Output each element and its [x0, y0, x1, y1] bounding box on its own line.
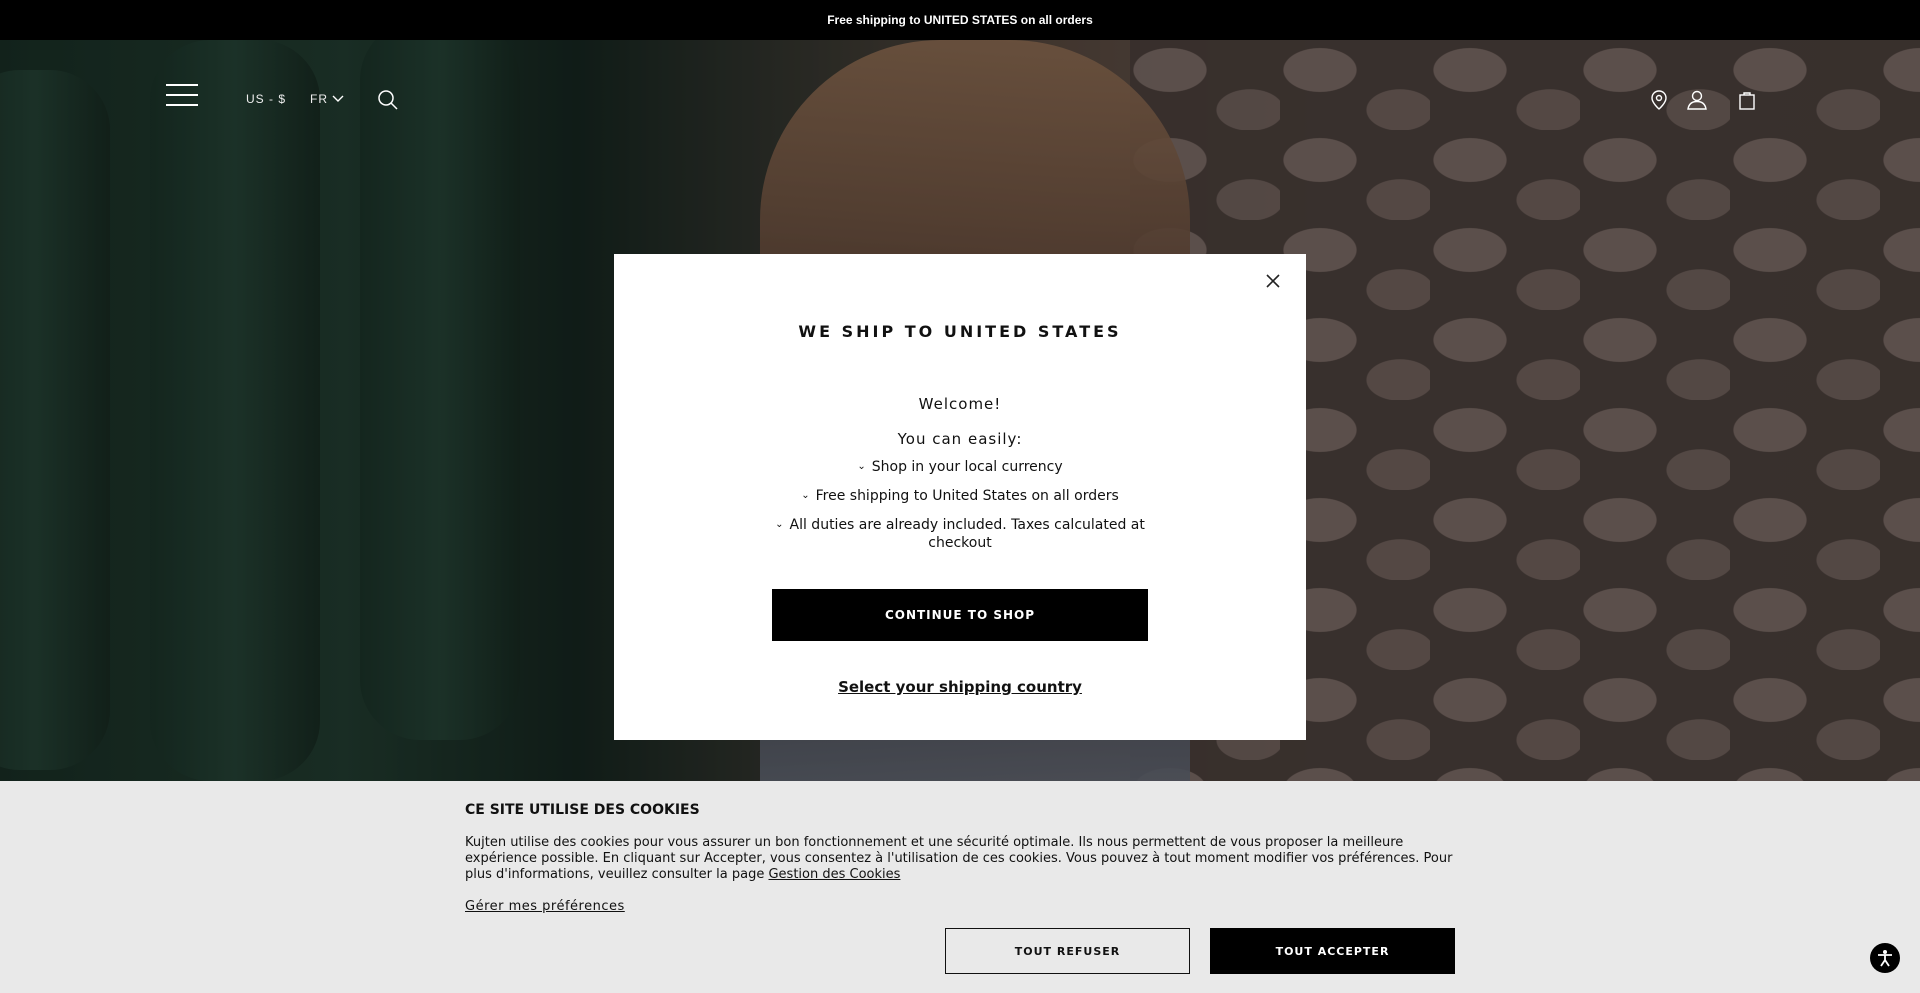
cookie-banner: CE SITE UTILISE DES COOKIES Kujten utili…	[0, 781, 1920, 993]
check-icon: ⌄	[801, 490, 810, 501]
announcement-text: Free shipping to UNITED STATES on all or…	[827, 13, 1093, 27]
continue-to-shop-button[interactable]: CONTINUE TO SHOP	[772, 589, 1148, 641]
chevron-down-icon	[332, 95, 344, 102]
currency-selector[interactable]: US - $	[246, 92, 286, 106]
list-item: ⌄ Free shipping to United States on all o…	[801, 488, 1119, 504]
location-pin-icon[interactable]	[1648, 89, 1670, 111]
cookie-title: CE SITE UTILISE DES COOKIES	[465, 802, 700, 818]
check-icon: ⌄	[775, 519, 784, 530]
language-label: FR	[310, 92, 328, 106]
welcome-text: Welcome!	[918, 395, 1002, 413]
list-item: ⌄ All duties are already included. Taxes …	[775, 517, 1145, 551]
announcement-bar: Free shipping to UNITED STATES on all or…	[0, 0, 1920, 40]
manage-preferences-link[interactable]: Gérer mes préférences	[465, 899, 625, 914]
accessibility-icon[interactable]	[1870, 943, 1900, 973]
menu-icon[interactable]	[166, 84, 198, 106]
accessibility-figure	[1878, 950, 1892, 967]
intro-text: You can easily:	[897, 430, 1023, 448]
cookie-policy-link[interactable]: Gestion des Cookies	[768, 867, 900, 882]
list-item: ⌄ Shop in your local currency	[857, 459, 1063, 475]
user-icon[interactable]	[1686, 89, 1708, 111]
language-selector[interactable]: FR	[310, 92, 344, 106]
search-icon[interactable]	[377, 89, 399, 111]
shopping-bag-icon[interactable]	[1736, 89, 1758, 111]
accept-all-button[interactable]: TOUT ACCEPTER	[1210, 928, 1455, 974]
site-header: US - $ FR	[0, 40, 1920, 120]
refuse-all-button[interactable]: TOUT REFUSER	[945, 928, 1190, 974]
modal-title: WE SHIP TO UNITED STATES	[798, 322, 1122, 341]
cookie-body: Kujten utilise des cookies pour vous ass…	[465, 835, 1453, 882]
cookie-text: Kujten utilise des cookies pour vous ass…	[465, 835, 1455, 883]
close-icon[interactable]	[1262, 270, 1284, 292]
shipping-modal: WE SHIP TO UNITED STATES Welcome! You ca…	[614, 254, 1306, 740]
check-icon: ⌄	[857, 461, 866, 472]
select-shipping-country-link[interactable]: Select your shipping country	[614, 678, 1306, 696]
benefits-list: ⌄ Shop in your local currency ⌄ Free shipp…	[764, 459, 1156, 562]
